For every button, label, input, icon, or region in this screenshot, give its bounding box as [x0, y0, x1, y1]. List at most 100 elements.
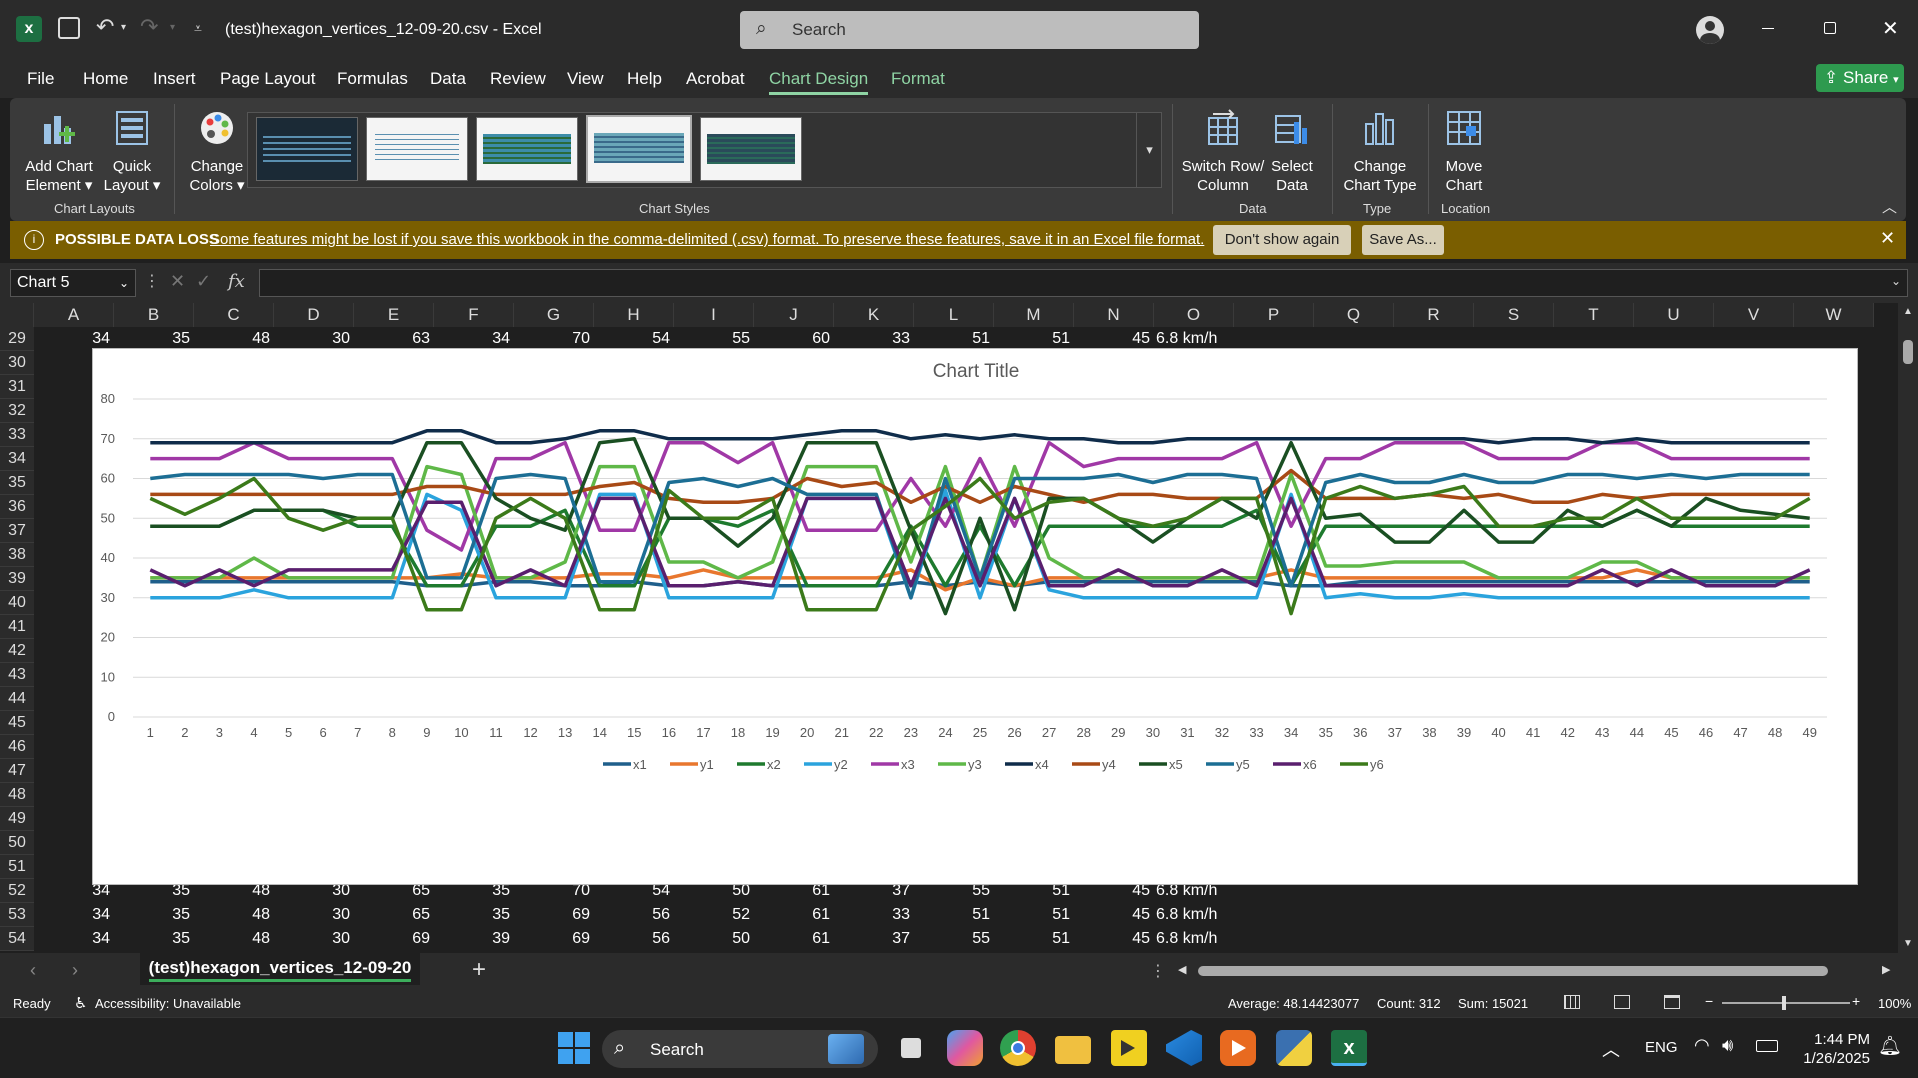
add-sheet-icon[interactable]: + [472, 956, 486, 984]
media-player-icon[interactable] [1220, 1030, 1256, 1066]
add-chart-element-button[interactable]: Add Chart Element ▾ [24, 108, 94, 195]
chart-style-2[interactable] [366, 117, 468, 181]
row-header[interactable]: 50 [0, 831, 34, 855]
cell[interactable]: 55 [914, 927, 994, 951]
normal-view-icon[interactable] [1564, 995, 1580, 1009]
cell[interactable]: 34 [34, 927, 114, 951]
spreadsheet-grid[interactable]: ABCDEFGHIJKLMNOPQRSTUVW 29 30 31 32 33 34 35 36… [0, 303, 1918, 953]
row-header[interactable]: 42 [0, 639, 34, 663]
row-header[interactable]: 44 [0, 687, 34, 711]
legend-label[interactable]: y1 [700, 757, 714, 772]
language-indicator[interactable]: ENG [1645, 1039, 1678, 1056]
horizontal-scrollbar[interactable]: ◀ ▶ [1176, 961, 1898, 981]
zoom-slider-thumb[interactable] [1782, 996, 1786, 1010]
legend-label[interactable]: x4 [1035, 757, 1049, 772]
legend-label[interactable]: y4 [1102, 757, 1116, 772]
tab-data[interactable]: Data [430, 69, 466, 89]
formula-input[interactable]: ⌄ [259, 269, 1908, 297]
cell[interactable]: 39 [434, 927, 514, 951]
chart-style-1[interactable] [256, 117, 358, 181]
cell[interactable]: 48 [194, 927, 274, 951]
row-header[interactable]: 45 [0, 711, 34, 735]
switch-row-column-button[interactable]: Switch Row/ Column [1180, 108, 1266, 195]
row-header[interactable]: 36 [0, 495, 34, 519]
prev-sheet-icon[interactable]: ‹ [30, 960, 36, 981]
column-header[interactable]: N [1074, 303, 1154, 327]
start-icon[interactable] [556, 1030, 592, 1066]
excel-taskbar-icon[interactable]: x [1331, 1030, 1367, 1066]
legend-label[interactable]: x5 [1169, 757, 1183, 772]
copilot-icon[interactable] [947, 1030, 983, 1066]
legend-label[interactable]: y3 [968, 757, 982, 772]
column-header[interactable]: C [194, 303, 274, 327]
insert-function-icon[interactable]: fx [228, 271, 245, 292]
legend-label[interactable]: x6 [1303, 757, 1317, 772]
legend-label[interactable]: x1 [633, 757, 647, 772]
collapse-ribbon-icon[interactable]: ︿ [1882, 196, 1897, 217]
share-button[interactable]: ⇪ Share ▾ [1816, 64, 1904, 92]
row-header[interactable]: 48 [0, 783, 34, 807]
column-header[interactable]: H [594, 303, 674, 327]
select-all-corner[interactable] [0, 303, 34, 327]
tab-file[interactable]: File [27, 69, 54, 89]
row-header[interactable]: 39 [0, 567, 34, 591]
battery-icon[interactable] [1756, 1040, 1778, 1052]
gallery-expand-button[interactable]: ▾ [1136, 113, 1162, 187]
zoom-level[interactable]: 100% [1878, 996, 1911, 1011]
cell[interactable]: 48 [194, 903, 274, 927]
cell[interactable]: 69 [514, 903, 594, 927]
column-header[interactable]: W [1794, 303, 1874, 327]
status-count[interactable]: Count: 312 [1377, 996, 1441, 1011]
undo-icon[interactable]: ↶ [96, 14, 114, 40]
legend-label[interactable]: x2 [767, 757, 781, 772]
status-average[interactable]: Average: 48.14423077 [1228, 996, 1359, 1011]
chrome-icon[interactable] [1000, 1030, 1036, 1066]
cell[interactable]: 33 [834, 903, 914, 927]
notifications-icon[interactable]: 🔔︎ [1878, 1034, 1902, 1058]
scroll-thumb[interactable] [1903, 340, 1913, 364]
wifi-icon[interactable]: ◠ [1694, 1035, 1710, 1056]
cell[interactable]: 35 [434, 903, 514, 927]
close-message-icon[interactable]: ✕ [1880, 228, 1895, 249]
legend-label[interactable]: x3 [901, 757, 915, 772]
minimize-button[interactable] [1762, 28, 1774, 29]
cell[interactable]: 65 [354, 903, 434, 927]
tab-review[interactable]: Review [490, 69, 546, 89]
task-view-icon[interactable] [893, 1030, 929, 1066]
undo-dropdown-icon[interactable]: ▾ [121, 22, 126, 33]
avatar[interactable] [1696, 16, 1724, 44]
column-header[interactable]: P [1234, 303, 1314, 327]
save-as-button[interactable]: Save As... [1362, 225, 1444, 255]
column-header[interactable]: M [994, 303, 1074, 327]
change-chart-type-button[interactable]: Change Chart Type [1340, 108, 1420, 195]
vscode-icon[interactable] [1166, 1030, 1202, 1066]
column-header[interactable]: B [114, 303, 194, 327]
chart-object[interactable]: Chart Title 0 10 20 30 40 50 60 70 80 1 2 3 4 5 6 7 8 9 10 1… [92, 348, 1858, 885]
row-header[interactable]: 46 [0, 735, 34, 759]
zoom-in-icon[interactable]: + [1852, 993, 1860, 1009]
column-header[interactable]: G [514, 303, 594, 327]
series-line-x4[interactable] [150, 429, 1810, 445]
tab-format[interactable]: Format [891, 69, 945, 89]
vertical-scrollbar[interactable]: ▲ ▼ [1898, 303, 1918, 953]
cell[interactable]: 45 [1074, 903, 1154, 927]
clock[interactable]: 1:44 PM 1/26/2025 [1790, 1030, 1870, 1068]
next-sheet-icon[interactable]: › [72, 960, 78, 981]
cell[interactable]: 51 [914, 903, 994, 927]
cell[interactable]: 51 [994, 927, 1074, 951]
zoom-out-icon[interactable]: − [1705, 993, 1713, 1009]
chart-style-4[interactable] [586, 115, 692, 183]
cell[interactable]: 34 [34, 903, 114, 927]
status-sum[interactable]: Sum: 15021 [1458, 996, 1528, 1011]
page-break-view-icon[interactable] [1664, 995, 1680, 1009]
column-header[interactable]: I [674, 303, 754, 327]
save-icon[interactable] [58, 17, 80, 39]
column-header[interactable]: F [434, 303, 514, 327]
accessibility-icon[interactable]: ♿ [74, 994, 87, 1012]
legend-label[interactable]: y6 [1370, 757, 1384, 772]
formula-options-icon[interactable]: ⋮ [144, 271, 160, 291]
row-header[interactable]: 47 [0, 759, 34, 783]
scroll-left-icon[interactable]: ◀ [1178, 963, 1186, 976]
tab-page-layout[interactable]: Page Layout [220, 69, 315, 89]
cell[interactable]: 69 [514, 927, 594, 951]
